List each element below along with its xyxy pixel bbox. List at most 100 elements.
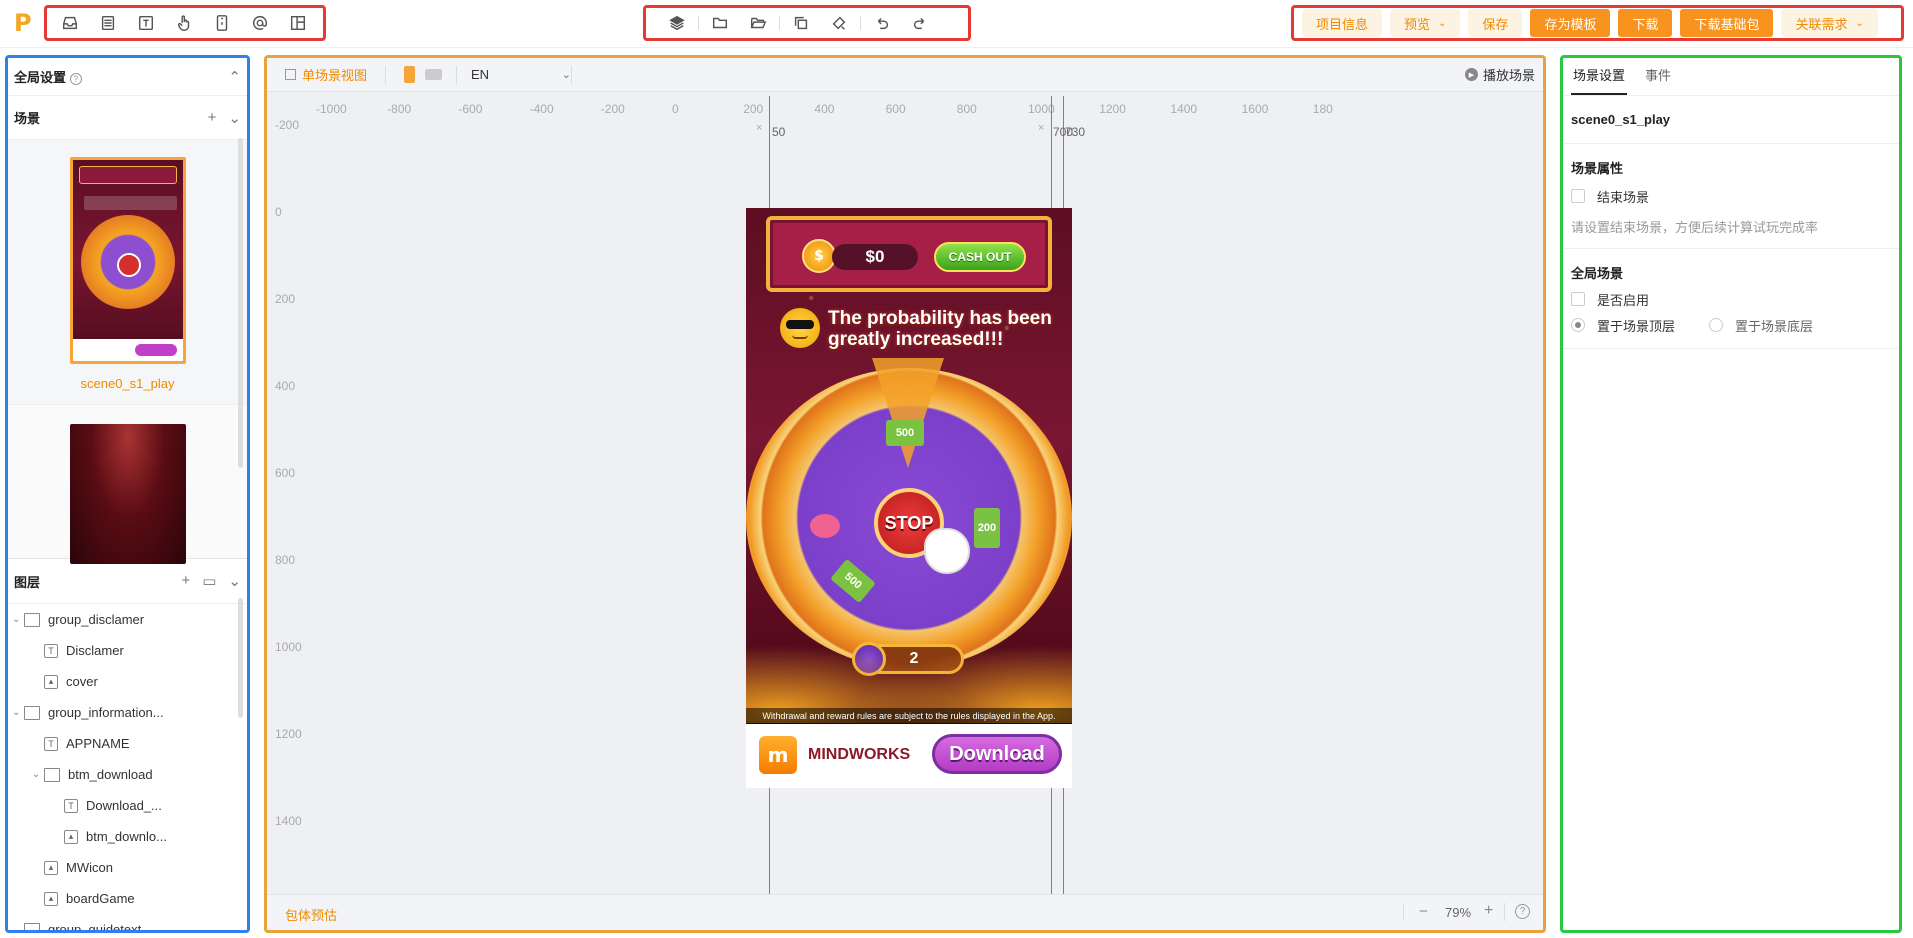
chevron-down-icon[interactable]: ⌄ — [228, 572, 241, 590]
phone-icon[interactable] — [203, 8, 241, 38]
single-scene-view-button[interactable]: 单场景视图 — [267, 65, 385, 84]
layer-item[interactable]: T Disclamer — [8, 635, 247, 666]
layer-name: group_guidetext — [48, 922, 142, 933]
folder-icon[interactable] — [701, 8, 739, 38]
enable-checkbox[interactable]: 是否启用 — [1571, 286, 1891, 312]
play-scene-button[interactable]: ▶ 播放场景 — [1464, 65, 1535, 84]
tab-events[interactable]: 事件 — [1645, 58, 1671, 95]
image-icon: ▴ — [64, 829, 78, 844]
checkbox-box[interactable] — [1571, 292, 1585, 306]
package-estimate-link[interactable]: 包体预估 — [285, 905, 337, 924]
chevron-up-icon[interactable]: ⌃ — [228, 68, 241, 86]
cash-out-button[interactable]: CASH OUT — [934, 242, 1026, 272]
scene-list-item[interactable] — [8, 404, 247, 564]
global-settings-title: 全局设置 — [14, 70, 67, 85]
inbox-icon[interactable] — [51, 8, 89, 38]
layer-item[interactable]: ⌄ group_information... — [8, 697, 247, 728]
coin-pile — [746, 608, 1072, 723]
scene-preview[interactable]: $ $0 CASH OUT The probability has been g… — [746, 208, 1072, 788]
paint-icon[interactable] — [820, 8, 858, 38]
layer-item[interactable]: ▴ btm_downlo... — [8, 821, 247, 852]
layer-item[interactable]: ⌄ group_disclamer — [8, 604, 247, 635]
at-sign-icon[interactable] — [241, 8, 279, 38]
language-select[interactable]: EN ⌄ — [471, 67, 571, 82]
layer-item[interactable]: ⌄ btm_download — [8, 759, 247, 790]
layer-item[interactable]: T APPNAME — [8, 728, 247, 759]
zoom-in-button[interactable]: + — [1484, 902, 1493, 920]
image-icon: ▴ — [44, 674, 58, 689]
folder-icon — [24, 612, 40, 627]
layer-item[interactable]: ⌄ group_guidetext — [8, 914, 247, 933]
folder-icon — [24, 922, 40, 930]
list-icon[interactable] — [89, 8, 127, 38]
layer-item[interactable]: T Download_... — [8, 790, 247, 821]
guide-close-icon[interactable]: × — [756, 122, 762, 134]
layer-name: group_disclamer — [48, 612, 145, 627]
layer-item[interactable]: ▴ boardGame — [8, 883, 247, 914]
hand-pointer-icon[interactable] — [165, 8, 203, 38]
separator — [779, 16, 780, 30]
radio-dot[interactable] — [1571, 318, 1585, 332]
scrollbar[interactable] — [238, 138, 243, 468]
add-scene-icon[interactable]: + — [208, 109, 217, 127]
save-button[interactable]: 保存 — [1468, 9, 1523, 37]
layers-icon[interactable] — [658, 8, 696, 38]
layer-name: cover — [66, 674, 98, 689]
undo-icon[interactable] — [863, 8, 901, 38]
zoom-level: 79% — [1445, 905, 1472, 920]
global-settings-header[interactable]: 全局设置 ? ⌃ — [8, 58, 247, 96]
bottom-layer-radio[interactable]: 置于场景底层 — [1709, 316, 1813, 335]
layout-icon[interactable] — [279, 8, 317, 38]
app-icon: m — [759, 736, 797, 774]
portrait-toggle[interactable] — [404, 66, 416, 83]
text-icon[interactable] — [127, 8, 165, 38]
top-layer-radio[interactable]: 置于场景顶层 — [1571, 316, 1675, 335]
text-icon: T — [64, 798, 78, 813]
scene-list[interactable]: scene0_s1_play — [8, 140, 247, 404]
chevron-down-icon[interactable]: ⌄ — [12, 707, 24, 718]
chevron-down-icon[interactable]: ⌄ — [32, 769, 44, 780]
canvas-footer: 包体预估 − 79% + ? — [267, 894, 1543, 930]
download-cta-button[interactable]: Download — [932, 734, 1062, 774]
layer-name: Download_... — [86, 798, 162, 813]
landscape-toggle[interactable] — [425, 69, 443, 80]
end-scene-checkbox[interactable]: 结束场景 — [1571, 183, 1891, 209]
add-layer-icon[interactable]: + — [181, 572, 190, 590]
redo-icon[interactable] — [901, 8, 939, 38]
chevron-down-icon[interactable]: ⌄ — [12, 614, 24, 625]
ruler-tick-label: -200 — [275, 118, 300, 132]
layer-item[interactable]: ▴ MWicon — [8, 852, 247, 883]
help-icon[interactable]: ? — [1515, 904, 1530, 919]
guide-label: 730 — [1065, 125, 1086, 139]
tab-scene-settings[interactable]: 场景设置 — [1571, 58, 1628, 95]
preview-button[interactable]: 预览 ⌄ — [1390, 9, 1461, 37]
app-logo: P — [14, 9, 32, 37]
folder-icon — [24, 705, 40, 720]
help-circle-icon[interactable]: ? — [69, 73, 82, 85]
download-base-button[interactable]: 下载基础包 — [1680, 9, 1774, 37]
guide-close-icon[interactable]: × — [1038, 122, 1044, 134]
related-requirements-button[interactable]: 关联需求 ⌄ — [1781, 9, 1878, 37]
separator — [385, 65, 387, 84]
copy-icon[interactable] — [782, 8, 820, 38]
scene-thumbnail[interactable] — [69, 424, 186, 564]
chevron-down-icon[interactable]: ⌄ — [12, 924, 24, 930]
checkbox-box[interactable] — [1571, 189, 1585, 203]
project-info-button[interactable]: 项目信息 — [1302, 9, 1383, 37]
layers-title: 图层 — [14, 574, 41, 590]
layer-name: btm_downlo... — [86, 829, 167, 844]
top-layer-label: 置于场景顶层 — [1597, 318, 1676, 334]
related-label: 关联需求 — [1795, 16, 1848, 32]
save-template-button[interactable]: 存为模板 — [1530, 9, 1611, 37]
layer-item[interactable]: ▴ cover — [8, 666, 247, 697]
left-panel: 全局设置 ? ⌃ 场景 + ⌄ scene0_s1_play 图层 + ▭ ⌄ ⌄ gr… — [5, 55, 250, 933]
folder-add-icon[interactable]: ▭ — [202, 572, 216, 590]
chevron-down-icon[interactable]: ⌄ — [228, 109, 241, 127]
folder-open-icon[interactable] — [739, 8, 777, 38]
radio-dot[interactable] — [1709, 318, 1724, 332]
balance-display: $0 — [832, 244, 918, 270]
download-button[interactable]: 下载 — [1618, 9, 1673, 37]
zoom-out-button[interactable]: − — [1419, 903, 1428, 920]
scrollbar[interactable] — [238, 598, 243, 718]
scene-thumbnail-selected[interactable] — [69, 157, 186, 364]
